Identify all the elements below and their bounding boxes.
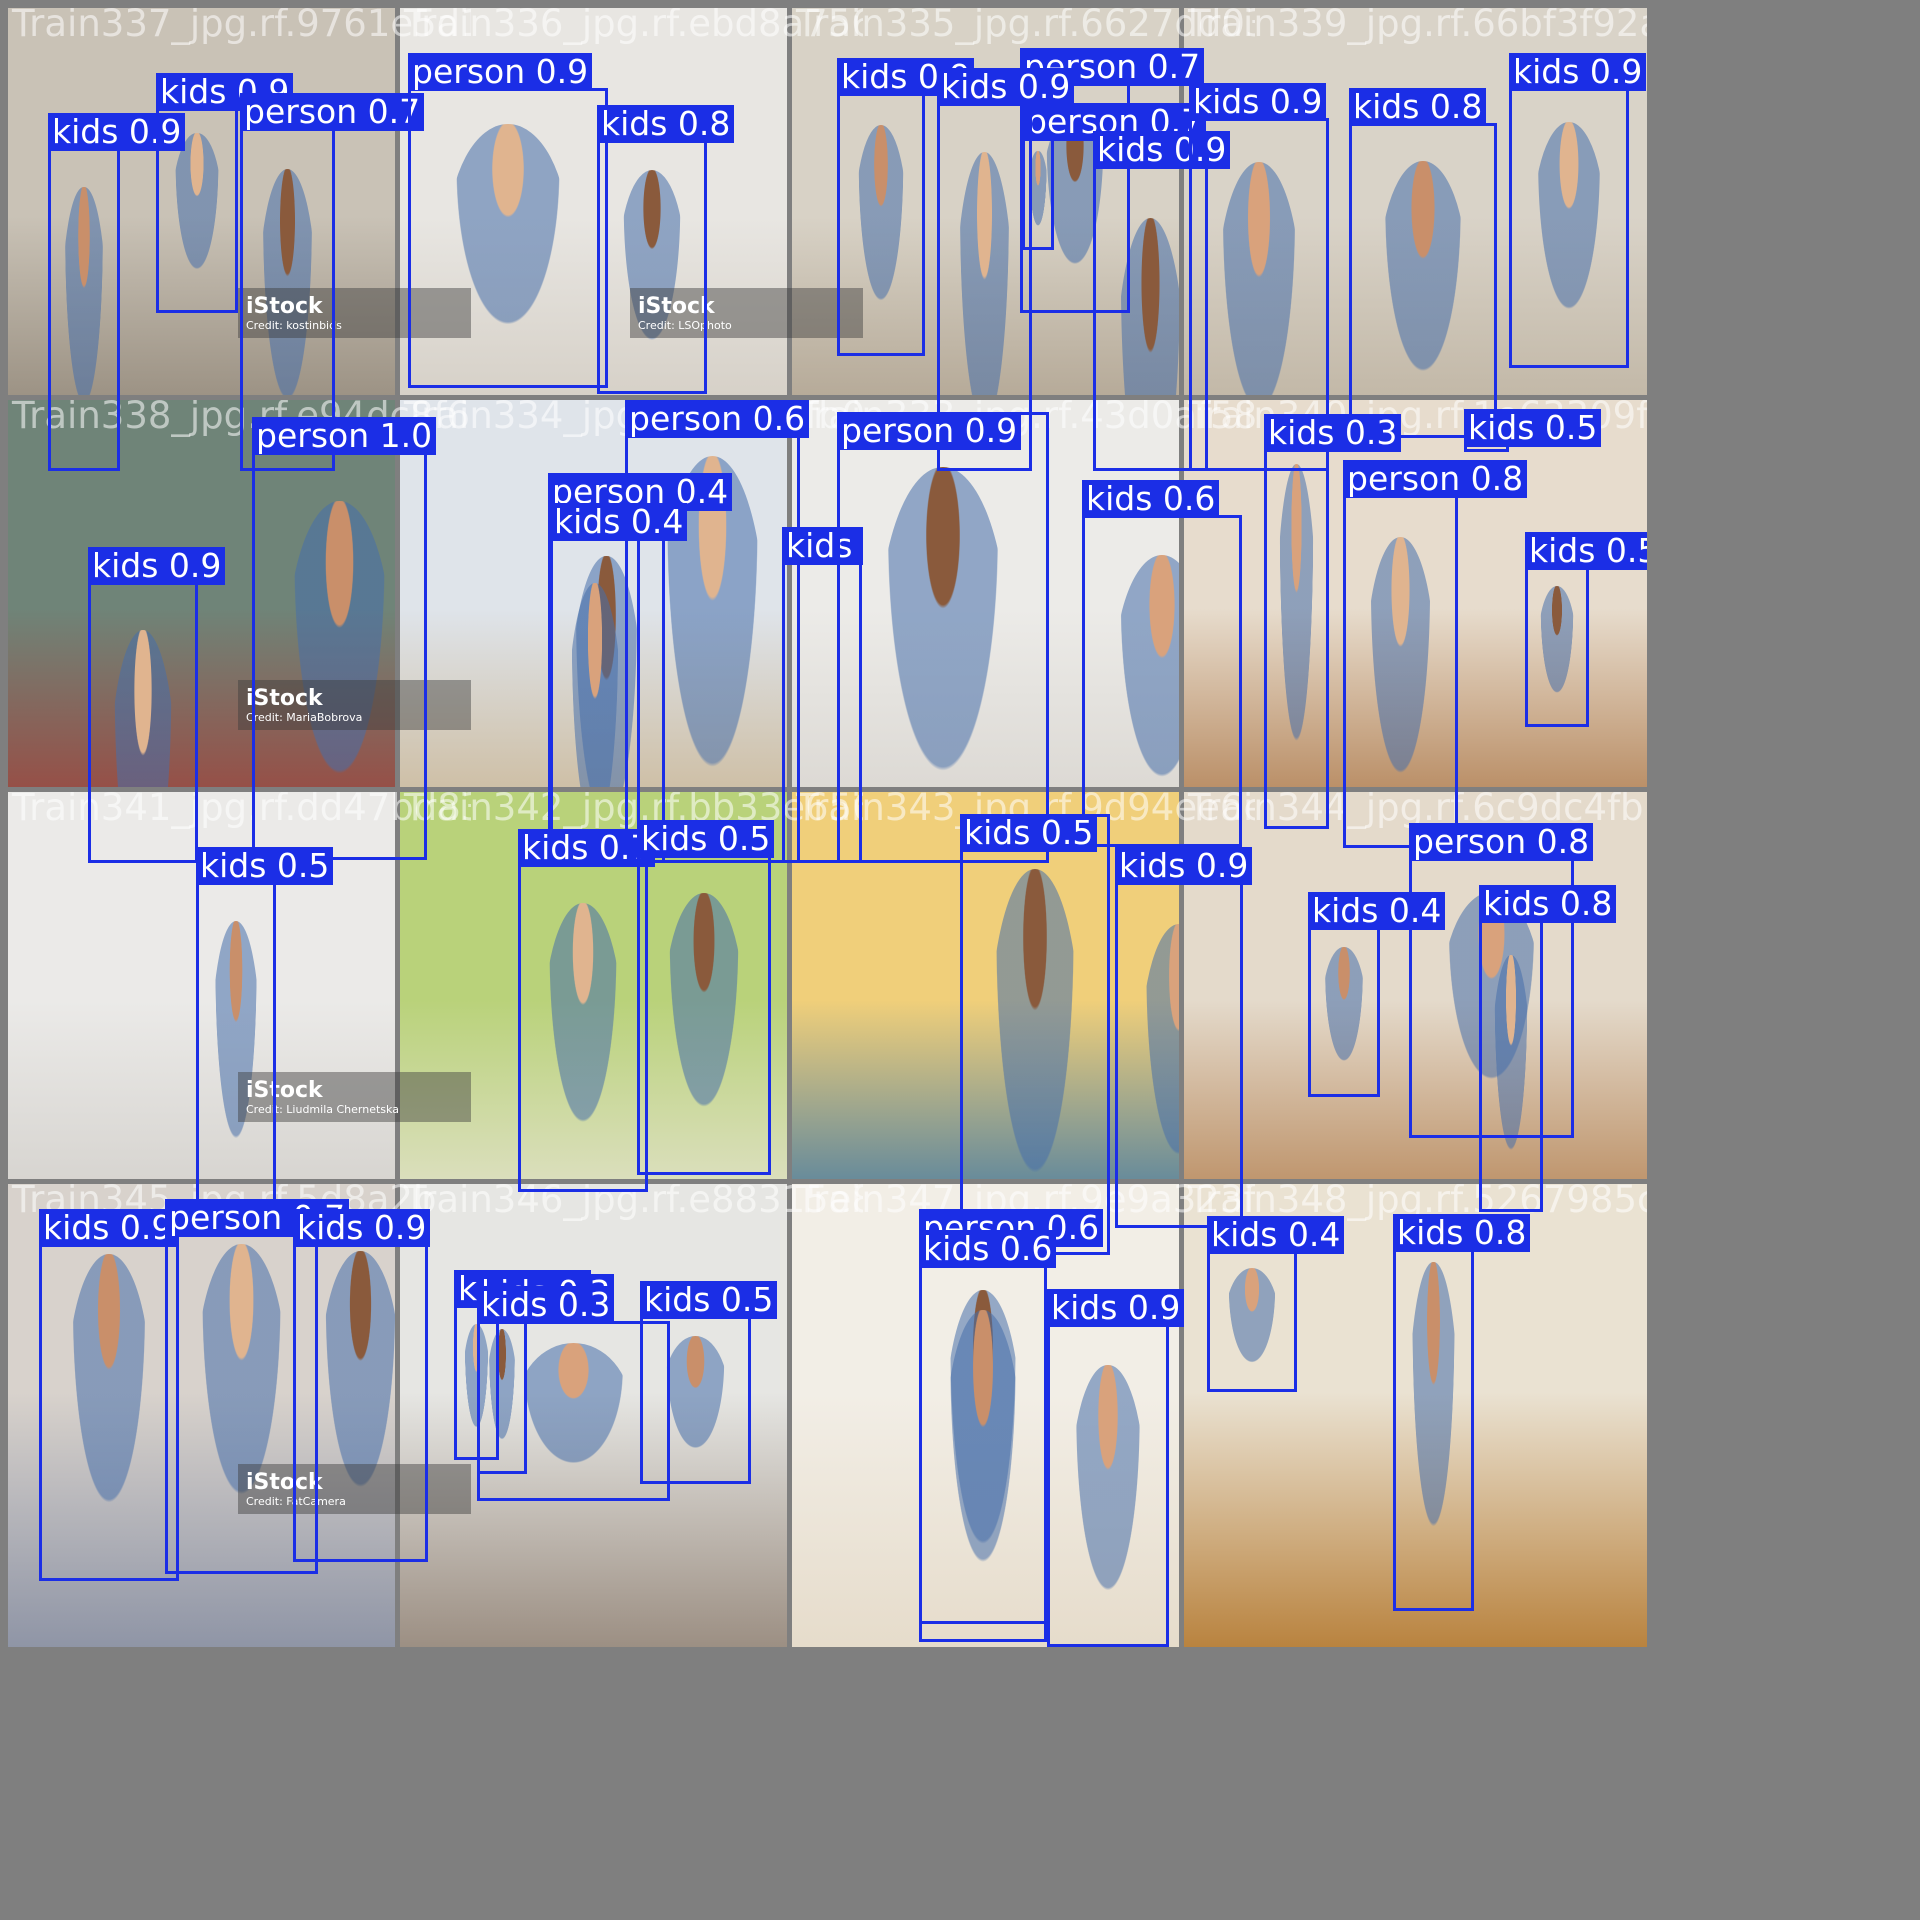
detection-label: kids 0.9 [88, 547, 226, 585]
detection-box: kids 0.5 [196, 847, 334, 1207]
detection-box: kids 0.9 [156, 73, 294, 313]
detection-box: person 0.8 [1343, 460, 1528, 848]
detection-label: kids 0.3 [477, 1286, 615, 1324]
detection-label: kids 0.9 [1509, 53, 1647, 91]
detection-label: kids 0.9 [1189, 83, 1327, 121]
detection-box: kids 0.9 [293, 1209, 431, 1562]
detection-box: person 0.9 [408, 53, 608, 388]
detection-label: person 0.9 [408, 53, 593, 91]
detection-label: kids 0.7 [518, 829, 656, 867]
detection-box: kids 0.9 [1509, 53, 1647, 368]
detection-box: kids 0.9 [1115, 847, 1253, 1228]
detection-box: kids 0.5 [1464, 409, 1602, 452]
detection-box: kids 0.8 [1479, 885, 1617, 1212]
detection-label: kids 0.5 [1525, 532, 1647, 570]
detection-label: kids 0.9 [39, 1209, 177, 1247]
detection-box: kids 0.6 [919, 1230, 1057, 1642]
detection-box: person 0.9 [837, 412, 1049, 863]
detection-box: kids 0.9 [39, 1209, 179, 1581]
detection-label: person 0.9 [837, 412, 1022, 450]
watermark-brand: iStock [246, 1078, 323, 1103]
detection-box: kids 0.8 [597, 105, 735, 394]
filename-overlay: Train339_jpg.rf.66bf3f92a85ee155c4f [1188, 3, 1647, 45]
detection-label: kids 0.9 [1115, 847, 1253, 885]
detection-label: kids 0.8 [1393, 1214, 1531, 1252]
detection-box: kids 0.8 [1349, 88, 1497, 438]
detection-label: kids 0.8 [1479, 885, 1617, 923]
detection-label: person 1.0 [252, 417, 437, 455]
detection-label: kids 0.9 [937, 68, 1075, 106]
detection-box: kids 0.3 [1264, 414, 1402, 829]
detection-box: kids 0.5 [640, 1281, 778, 1484]
detection-label: kids 0.5 [640, 1281, 778, 1319]
detection-label: kids 0.6 [919, 1230, 1057, 1268]
detection-label: kids 0.9 [1047, 1289, 1185, 1327]
detection-box: kids 0.5 [960, 814, 1110, 1255]
detection-box: kids 0.5 [637, 820, 775, 1175]
detection-box: kids 0.9 [88, 547, 226, 863]
detection-label: kids 0.4 [550, 503, 688, 541]
detection-label: kids 0.8 [597, 105, 735, 143]
detection-box: kids 0.9 [48, 113, 186, 471]
detection-label: kids 0.8 [1349, 88, 1487, 126]
detection-label: person 0.7 [240, 93, 425, 131]
detection-box: kids 0.6 [1082, 480, 1242, 847]
detection-label: kids 0.4 [1308, 892, 1446, 930]
detection-label: kids 0.5 [960, 814, 1098, 852]
detection-box: kids 0.9 [1047, 1289, 1185, 1647]
detection-box: kids 0.5 [1525, 532, 1647, 727]
detection-box: person 1.0 [252, 417, 437, 860]
detection-label: person 0.8 [1409, 823, 1594, 861]
detection-box: kids 0.9 [837, 58, 975, 356]
mosaic-grid: Train337_jpg.rf.9761e5d1039f06315iStockC… [0, 0, 1920, 1920]
detection-label: kids 0.5 [1464, 409, 1602, 447]
detection-label: kids 0.3 [1264, 414, 1402, 452]
detection-box: kids 0.4 [1308, 892, 1446, 1097]
detection-label: kids 0.9 [293, 1209, 431, 1247]
detection-label: kids 0.4 [1207, 1216, 1345, 1254]
detection-label: kids 0.5 [637, 820, 775, 858]
detection-box: kids 0.4 [550, 503, 688, 863]
detection-box: kids 0.4 [1207, 1216, 1345, 1392]
detection-label: kids 0.5 [196, 847, 334, 885]
detection-box: kids 0.8 [1393, 1214, 1531, 1611]
watermark-credit: Credit: Liudmila Chernetska [246, 1103, 399, 1116]
detection-label: kids 0.6 [1082, 480, 1220, 518]
detection-box: kids 0.7 [518, 829, 656, 1192]
detection-label: person 0.6 [625, 400, 810, 438]
detection-tile: Train348_jpg.rf.5267985c kids 0.4 kids 0.8 [1179, 1179, 1652, 1652]
detection-label: person 0.8 [1343, 460, 1528, 498]
